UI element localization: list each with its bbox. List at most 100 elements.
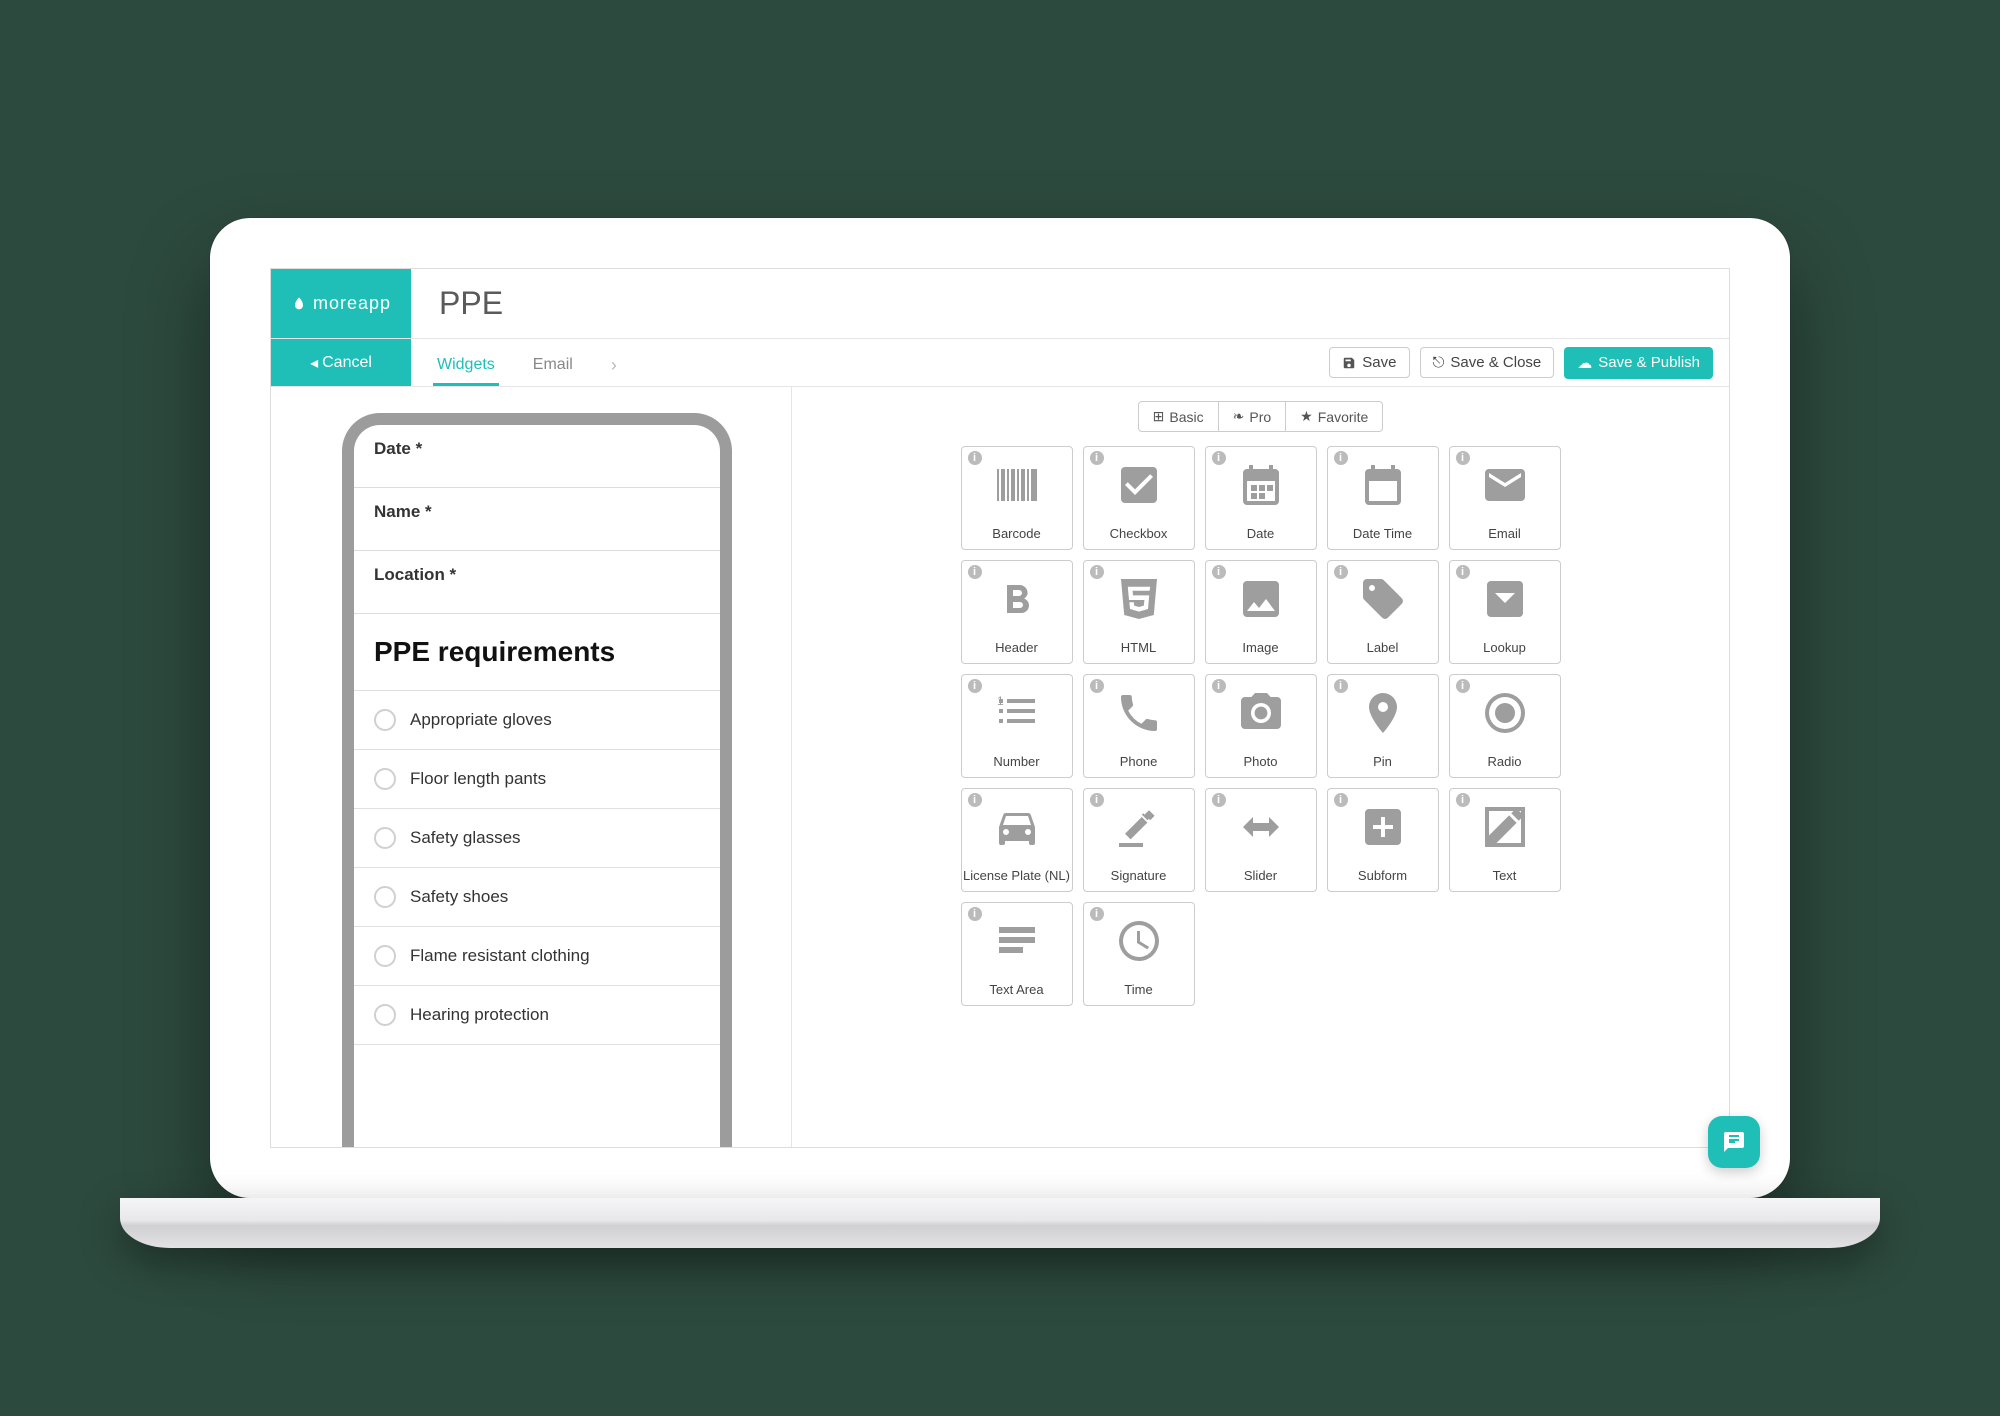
section-title: PPE requirements <box>354 614 720 690</box>
widget-label: Photo <box>1244 754 1278 769</box>
leaf-icon: ❧ <box>1233 408 1245 425</box>
check-item[interactable]: Safety shoes <box>354 867 720 926</box>
form-field-name[interactable]: Name * <box>354 488 720 551</box>
camera-icon <box>1237 675 1285 750</box>
action-buttons: Save ⎋ Save & Close ☁ Save & Publish <box>1329 339 1729 386</box>
info-icon[interactable]: i <box>1334 565 1348 579</box>
radio-icon <box>374 709 396 731</box>
widget-slider[interactable]: iSlider <box>1205 788 1317 892</box>
info-icon[interactable]: i <box>968 907 982 921</box>
clock-icon <box>1115 903 1163 978</box>
barcode-icon <box>993 447 1041 522</box>
widget-checkbox[interactable]: iCheckbox <box>1083 446 1195 550</box>
info-icon[interactable]: i <box>1334 451 1348 465</box>
svg-text:1: 1 <box>997 694 1004 708</box>
html5-icon <box>1115 561 1163 636</box>
filter-favorite[interactable]: ★Favorite <box>1285 402 1382 431</box>
phone-icon <box>1115 675 1163 750</box>
widget-time[interactable]: iTime <box>1083 902 1195 1006</box>
info-icon[interactable]: i <box>1334 793 1348 807</box>
save-button[interactable]: Save <box>1329 347 1409 378</box>
filter-pills: ⊞Basic ❧Pro ★Favorite <box>1138 401 1384 432</box>
check-item[interactable]: Safety glasses <box>354 808 720 867</box>
info-icon[interactable]: i <box>968 565 982 579</box>
tag-icon <box>1359 561 1407 636</box>
check-label: Appropriate gloves <box>410 710 552 730</box>
check-item[interactable]: Appropriate gloves <box>354 690 720 749</box>
widget-radio[interactable]: iRadio <box>1449 674 1561 778</box>
info-icon[interactable]: i <box>968 451 982 465</box>
filter-label: Favorite <box>1318 409 1369 425</box>
widget-image[interactable]: iImage <box>1205 560 1317 664</box>
app-screen: moreapp PPE ◂ Cancel Widgets Email › Sav… <box>270 268 1730 1148</box>
save-close-button[interactable]: ⎋ Save & Close <box>1420 347 1555 378</box>
widget-lookup[interactable]: i Lookup <box>1449 560 1561 664</box>
widget-label: Barcode <box>992 526 1040 541</box>
cancel-button[interactable]: ◂ Cancel <box>271 339 411 386</box>
radio-icon <box>374 827 396 849</box>
chat-widget-button[interactable] <box>1708 1116 1730 1148</box>
arrows-horizontal-icon <box>1237 789 1285 864</box>
tab-email[interactable]: Email <box>529 344 577 386</box>
chevron-right-icon[interactable]: › <box>607 345 621 386</box>
widget-text[interactable]: iText <box>1449 788 1561 892</box>
widget-photo[interactable]: i Photo <box>1205 674 1317 778</box>
widget-subform[interactable]: i Subform <box>1327 788 1439 892</box>
widget-label: Signature <box>1111 868 1167 883</box>
filter-label: Pro <box>1249 409 1271 425</box>
cloud-upload-icon: ☁ <box>1577 354 1592 372</box>
info-icon[interactable]: i <box>1456 679 1470 693</box>
brand-logo[interactable]: moreapp <box>271 269 411 338</box>
calendar-grid-icon <box>1237 447 1285 522</box>
info-icon[interactable]: i <box>1212 793 1226 807</box>
widget-label: Lookup <box>1483 640 1526 655</box>
save-publish-button[interactable]: ☁ Save & Publish <box>1564 347 1713 379</box>
info-icon[interactable]: i <box>1090 451 1104 465</box>
filter-pro[interactable]: ❧Pro <box>1218 402 1286 431</box>
info-icon[interactable]: i <box>968 679 982 693</box>
widget-header[interactable]: iHeader <box>961 560 1073 664</box>
info-icon[interactable]: i <box>1212 565 1226 579</box>
info-icon[interactable]: i <box>1456 451 1470 465</box>
widget-label: Date Time <box>1353 526 1412 541</box>
widget-pin[interactable]: iPin <box>1327 674 1439 778</box>
widget-label: Subform <box>1358 868 1407 883</box>
gavel-icon <box>1115 789 1163 864</box>
widget-label: Text Area <box>989 982 1043 997</box>
check-item[interactable]: Hearing protection <box>354 985 720 1045</box>
info-icon[interactable]: i <box>1212 451 1226 465</box>
check-item[interactable]: Flame resistant clothing <box>354 926 720 985</box>
topbar: moreapp PPE <box>271 269 1729 339</box>
widget-signature[interactable]: i Signature <box>1083 788 1195 892</box>
widget-email[interactable]: iEmail <box>1449 446 1561 550</box>
info-icon[interactable]: i <box>1212 679 1226 693</box>
check-label: Floor length pants <box>410 769 546 789</box>
form-field-location[interactable]: Location * <box>354 551 720 614</box>
check-item[interactable]: Floor length pants <box>354 749 720 808</box>
filter-basic[interactable]: ⊞Basic <box>1139 402 1218 431</box>
phone-preview: Date * Name * Location * PPE requirement… <box>342 413 732 1147</box>
widget-label[interactable]: iLabel <box>1327 560 1439 664</box>
filter-label: Basic <box>1169 409 1203 425</box>
save-publish-label: Save & Publish <box>1598 354 1700 371</box>
form-field-date[interactable]: Date * <box>354 425 720 488</box>
widget-html[interactable]: iHTML <box>1083 560 1195 664</box>
info-icon[interactable]: i <box>1334 679 1348 693</box>
widget-date[interactable]: iDate <box>1205 446 1317 550</box>
tab-widgets[interactable]: Widgets <box>433 344 499 386</box>
widget-license-plate[interactable]: iLicense Plate (NL) <box>961 788 1073 892</box>
arrow-left-icon: ◂ <box>310 353 318 373</box>
widget-phone[interactable]: iPhone <box>1083 674 1195 778</box>
dashboard-icon: ⊞ <box>1153 408 1165 425</box>
info-icon[interactable]: i <box>1090 793 1104 807</box>
widget-datetime[interactable]: i Date Time <box>1327 446 1439 550</box>
info-icon[interactable]: i <box>1456 793 1470 807</box>
widget-barcode[interactable]: i Barcode <box>961 446 1073 550</box>
widget-textarea[interactable]: i Text Area <box>961 902 1073 1006</box>
info-icon[interactable]: i <box>968 793 982 807</box>
info-icon[interactable]: i <box>1456 565 1470 579</box>
info-icon[interactable]: i <box>1090 907 1104 921</box>
info-icon[interactable]: i <box>1090 679 1104 693</box>
info-icon[interactable]: i <box>1090 565 1104 579</box>
widget-number[interactable]: i1Number <box>961 674 1073 778</box>
